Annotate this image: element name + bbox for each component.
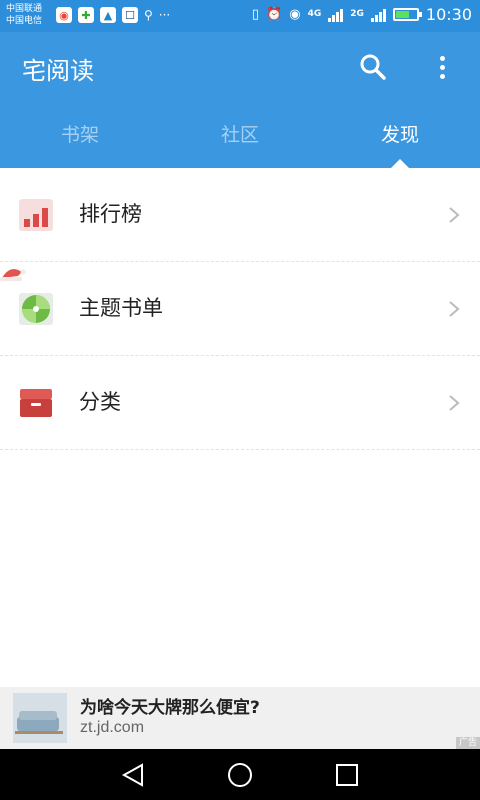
ad-url: zt.jd.com (80, 719, 145, 736)
vibrate-icon: ▯ (251, 7, 260, 22)
recent-apps-icon[interactable] (334, 762, 360, 788)
status-bar: 中国联通 中国电信 ◉ ✚ ▲ ☐ ⚲ ··· ▯ ⏰ ◉ 4G 2G 10:3… (0, 0, 480, 32)
ranking-chart-icon (19, 199, 53, 231)
signal-icon (328, 8, 344, 22)
tab-bar: 书架 社区 发现 (0, 120, 480, 168)
more-notifications: ··· (158, 8, 171, 22)
app-bar: 宅阅读 书架 社区 发现 (0, 32, 480, 168)
ad-image (13, 693, 67, 743)
carrier-info: 中国联通 中国电信 (6, 3, 42, 27)
tab-bookshelf[interactable]: 书架 (0, 120, 160, 168)
search-icon (360, 54, 386, 80)
more-vert-icon (439, 55, 445, 61)
tab-discover[interactable]: 发现 (320, 120, 480, 168)
discover-menu: 排行榜 主题书单 分类 (0, 168, 480, 450)
clock: 10:30 (425, 5, 472, 24)
battery-icon (392, 8, 422, 21)
network-type-1: 4G (307, 9, 322, 19)
signal-icon (370, 8, 386, 22)
app-notification-icon: ▲ (100, 7, 116, 23)
eye-comfort-icon: ◉ (289, 7, 301, 22)
santa-hat-icon (0, 269, 26, 281)
menu-item-ranking[interactable]: 排行榜 (0, 168, 480, 262)
tab-community[interactable]: 社区 (160, 120, 320, 168)
sofa-image (13, 693, 67, 743)
ad-title: 为啥今天大牌那么便宜? (80, 698, 260, 718)
search-button[interactable] (356, 50, 390, 84)
navigation-bar (0, 749, 480, 800)
chevron-right-icon (449, 301, 460, 317)
app-notification-icon: ✚ (78, 7, 94, 23)
app-notification-icon: ◉ (56, 7, 72, 23)
theme-booklist-icon (19, 293, 53, 325)
more-options-button[interactable] (428, 50, 456, 84)
menu-label: 排行榜 (79, 202, 142, 226)
ad-banner[interactable]: 为啥今天大牌那么便宜? zt.jd.com 广告 (0, 687, 480, 749)
menu-label: 分类 (79, 390, 121, 414)
back-icon[interactable] (120, 762, 146, 788)
notification-icons: ◉ ✚ ▲ ☐ ⚲ ··· (56, 7, 170, 23)
category-box-icon (20, 389, 52, 417)
chevron-right-icon (449, 395, 460, 411)
carrier-1: 中国联通 (6, 4, 43, 14)
network-type-2: 2G (350, 9, 364, 19)
app-notification-icon: ☐ (122, 7, 138, 23)
chevron-right-icon (449, 207, 460, 223)
alarm-icon: ⏰ (266, 7, 283, 22)
menu-item-category[interactable]: 分类 (0, 356, 480, 450)
system-status: ▯ ⏰ ◉ 4G 2G 10:30 (252, 5, 472, 24)
carrier-2: 中国电信 (6, 16, 43, 26)
home-icon[interactable] (227, 762, 253, 788)
app-title: 宅阅读 (22, 57, 94, 85)
usb-icon: ⚲ (144, 8, 153, 22)
ad-badge: 广告 (455, 737, 480, 749)
menu-item-theme-booklist[interactable]: 主题书单 (0, 262, 480, 356)
menu-label: 主题书单 (79, 296, 163, 320)
